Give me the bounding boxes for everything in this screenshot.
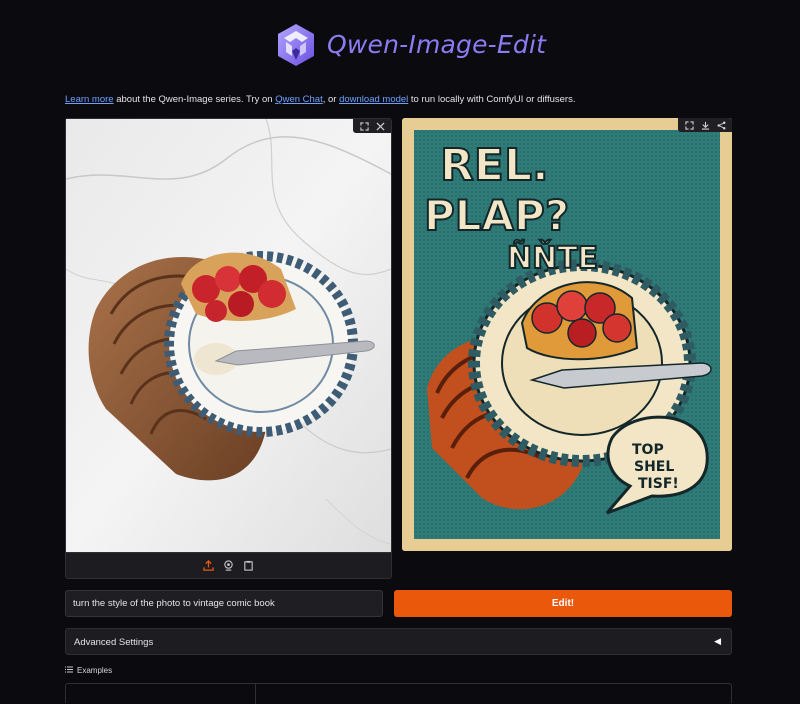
intro-text: Learn more about the Qwen-Image series. … [65,94,575,105]
learn-more-link[interactable]: Learn more [65,94,114,105]
bubble-line2: SHEL [634,459,674,475]
bubble-line3: TISF! [638,476,679,492]
fullscreen-icon[interactable] [357,119,371,133]
app-header: Qwen-Image-Edit [0,22,800,72]
prompt-input[interactable] [65,590,383,617]
download-model-link[interactable]: download model [339,94,408,105]
comic-title-line2: PLAP? [424,191,569,240]
clipboard-icon[interactable] [242,559,256,573]
app-title: Qwen-Image-Edit [327,30,547,59]
qwen-logo-icon [274,22,318,68]
bubble-line1: TOP [632,442,664,458]
qwen-chat-link[interactable]: Qwen Chat [275,94,323,105]
intro-text-part1: about the Qwen-Image series. Try on [113,94,276,105]
column-divider [255,684,256,704]
close-icon[interactable] [373,119,387,133]
input-image [66,119,391,553]
comic-title-line1: REL. [440,140,549,191]
advanced-settings-label: Advanced Settings [74,637,154,648]
upload-icon[interactable] [202,559,216,573]
input-image-panel[interactable] [65,118,392,579]
output-image-panel: REL. PLAP? ÑŇTE TOP SHEL TISF! [402,118,732,551]
fullscreen-icon[interactable] [682,118,696,132]
caret-left-icon: ◀ [714,636,721,646]
examples-label: Examples [77,666,113,675]
download-icon[interactable] [698,118,712,132]
comic-title-line3: ÑŇTE [507,239,598,276]
list-icon [65,666,73,675]
output-image: REL. PLAP? ÑŇTE TOP SHEL TISF! [402,118,732,551]
advanced-settings-accordion[interactable]: Advanced Settings ◀ [65,628,732,655]
edit-button[interactable]: Edit! [394,590,732,617]
share-icon[interactable] [714,118,728,132]
webcam-icon[interactable] [222,559,236,573]
examples-header: Examples [65,666,112,675]
output-toolbar [678,118,732,132]
examples-table[interactable] [65,683,732,704]
input-toolbar [353,119,391,133]
intro-text-part3: to run locally with ComfyUI or diffusers… [408,94,576,105]
intro-text-part2: , or [322,94,340,105]
image-source-bar [66,552,391,578]
